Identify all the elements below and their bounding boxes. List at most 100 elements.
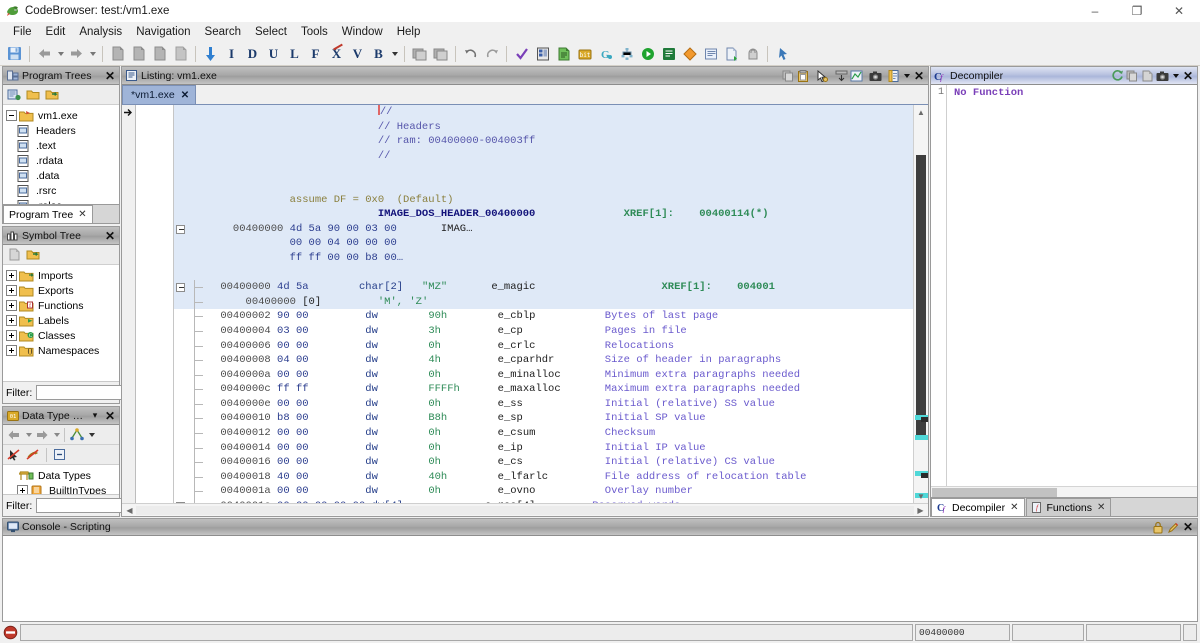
run-icon[interactable] [638, 44, 657, 63]
paste-icon[interactable] [796, 69, 810, 83]
listing-row[interactable]: 00400000 [0] 'M', 'Z' [174, 295, 913, 310]
forward-arrow-icon[interactable] [33, 426, 51, 444]
next-instruction-letter-icon[interactable]: I [222, 44, 241, 63]
comments-icon[interactable] [701, 44, 720, 63]
hscroll-track[interactable] [136, 506, 914, 515]
menu-select[interactable]: Select [248, 24, 294, 40]
listing-code-area[interactable]: // // Headers // ram: 00400000-004003ff … [174, 105, 913, 503]
listing-tab-close-icon[interactable]: ✕ [181, 90, 189, 101]
expand-toggle-icon[interactable] [17, 485, 28, 494]
menu-edit[interactable]: Edit [39, 24, 73, 40]
status-resize-grip[interactable] [1183, 624, 1197, 641]
listing-row[interactable]: 00400010 b8 00 dw B8h e_sp Initial SP va… [174, 411, 913, 426]
next-undefined-icon[interactable] [171, 44, 190, 63]
symbol-tree-tree[interactable]: Imports Exports f Functio [3, 265, 119, 381]
expand-toggle-icon[interactable] [6, 345, 17, 356]
data-type-manager-close-icon[interactable]: ✕ [103, 409, 117, 423]
tree-root-vm1[interactable]: vm1.exe [3, 108, 119, 123]
redo-icon[interactable] [482, 44, 501, 63]
symbol-tree-item-namespaces[interactable]: () Namespaces [3, 343, 119, 358]
listing-row[interactable]: 00400012 00 00 dw 0h e_csum Checksum [174, 426, 913, 441]
lock-icon[interactable] [1151, 520, 1165, 534]
bookmark-marker[interactable] [915, 435, 928, 440]
next-undefined-letter-icon[interactable]: U [264, 44, 283, 63]
listing-row[interactable]: // ram: 00400000-004003ff [174, 134, 913, 149]
clear-console-icon[interactable] [1166, 520, 1180, 534]
symbol-tree-close-icon[interactable]: ✕ [103, 229, 117, 243]
listing-tab-vm1[interactable]: *vm1.exe ✕ [122, 85, 196, 104]
listing-rows-container[interactable]: // // Headers // ram: 00400000-004003ff … [174, 105, 913, 503]
listing-row[interactable]: 00400004 03 00 dw 3h e_cp Pages in file [174, 324, 913, 339]
bookmark-marker[interactable] [921, 417, 928, 422]
snapshot-icon[interactable] [410, 44, 429, 63]
decompiler-code[interactable]: No Function [947, 85, 1197, 486]
expand-toggle-icon[interactable] [6, 110, 17, 121]
listing-header[interactable]: Listing: vm1.exe [122, 67, 928, 85]
browser-options-icon[interactable] [887, 69, 901, 83]
menu-navigation[interactable]: Navigation [129, 24, 197, 40]
next-function-letter-icon[interactable]: F [306, 44, 325, 63]
decompiler-horizontal-scrollbar[interactable] [931, 486, 1197, 497]
copy-icon[interactable] [1125, 69, 1139, 83]
next-instruction-icon[interactable] [129, 44, 148, 63]
tab-functions[interactable]: f Functions ✕ [1026, 498, 1112, 516]
listing-row[interactable] [174, 163, 913, 178]
back-dropdown-icon[interactable] [56, 44, 65, 63]
menu-window[interactable]: Window [335, 24, 390, 40]
check-icon[interactable] [512, 44, 531, 63]
replace-tree-icon[interactable] [43, 86, 61, 104]
listing-row[interactable]: // [174, 149, 913, 164]
decompiler-close-icon[interactable]: ✕ [1181, 69, 1195, 83]
symbol-tree-item-classes[interactable]: C Classes [3, 328, 119, 343]
listing-row[interactable]: 0040001a 00 00 dw 0h e_ovno Overlay numb… [174, 484, 913, 499]
listing-row[interactable]: 00400014 00 00 dw 0h e_ip Initial IP val… [174, 441, 913, 456]
data-type-manager-header[interactable]: 01 Data Type M... ▾ ✕ [3, 407, 119, 425]
create-folder-icon[interactable] [5, 86, 23, 104]
select-cursor-icon[interactable] [815, 69, 829, 83]
scroll-up-icon[interactable]: ▲ [914, 105, 928, 119]
refresh-icon[interactable] [1110, 69, 1124, 83]
next-options-dropdown-icon[interactable] [390, 44, 399, 63]
dtm-root[interactable]: Data Types [3, 468, 119, 483]
console-header[interactable]: Console - Scripting ✕ [2, 518, 1198, 536]
script-manager-icon[interactable] [659, 44, 678, 63]
menu-analysis[interactable]: Analysis [72, 24, 129, 40]
copy-icon[interactable] [781, 69, 795, 83]
tree-item-rdata[interactable]: .rdata [3, 153, 119, 168]
data-type-manager-icon[interactable] [554, 44, 573, 63]
expand-toggle-icon[interactable] [6, 300, 17, 311]
dtm-item-builtintypes[interactable]: BuiltInTypes [3, 483, 119, 494]
program-trees-header[interactable]: Program Trees ✕ [3, 67, 119, 85]
decompiler-header[interactable]: Cf Decompiler ✕ [931, 67, 1197, 85]
diff-navigate-icon[interactable] [849, 69, 863, 83]
bookmark-marker[interactable] [921, 473, 928, 478]
menu-search[interactable]: Search [198, 24, 248, 40]
listing-row[interactable]: 00400000 4d 5a 90 00 03 00 IMAG… [174, 222, 913, 237]
expand-toggle-icon[interactable] [6, 330, 17, 341]
next-byte-letter-icon[interactable]: B [369, 44, 388, 63]
tab-close-icon[interactable]: ✕ [1097, 502, 1105, 513]
options-dropdown-icon[interactable] [1170, 69, 1180, 83]
back-arrow-icon[interactable] [35, 44, 54, 63]
collapse-all-icon[interactable] [50, 446, 68, 464]
next-label-letter-icon[interactable]: L [285, 44, 304, 63]
data-type-manager-tree[interactable]: Data Types BuiltInTypes [3, 465, 119, 494]
listing-row[interactable]: // Headers [174, 120, 913, 135]
listing-row[interactable]: // [174, 105, 913, 120]
tree-item-rsrc[interactable]: .rsrc [3, 183, 119, 198]
listing-row[interactable]: IMAGE_DOS_HEADER_00400000 XREF[1]: 00400… [174, 207, 913, 222]
forward-dropdown-icon[interactable] [88, 44, 97, 63]
expand-toggle-icon[interactable] [6, 285, 17, 296]
listing-row[interactable]: 00400018 40 00 dw 40h e_lfarlc File addr… [174, 470, 913, 485]
program-trees-close-icon[interactable]: ✕ [103, 69, 117, 83]
snapshot-camera-icon[interactable] [1155, 69, 1169, 83]
listing-row[interactable]: 00400006 00 00 dw 0h e_crlc Relocations [174, 339, 913, 354]
export-icon[interactable] [1140, 69, 1154, 83]
close-button[interactable]: ✕ [1158, 0, 1200, 22]
filter-dropdown-icon[interactable] [87, 426, 95, 444]
tree-item-data[interactable]: .data [3, 168, 119, 183]
listing-vertical-scrollbar[interactable]: ▲ ▼ [913, 105, 928, 503]
expand-toggle-icon[interactable] [6, 270, 17, 281]
tree-item-headers[interactable]: Headers [3, 123, 119, 138]
rename-icon[interactable] [5, 246, 23, 264]
